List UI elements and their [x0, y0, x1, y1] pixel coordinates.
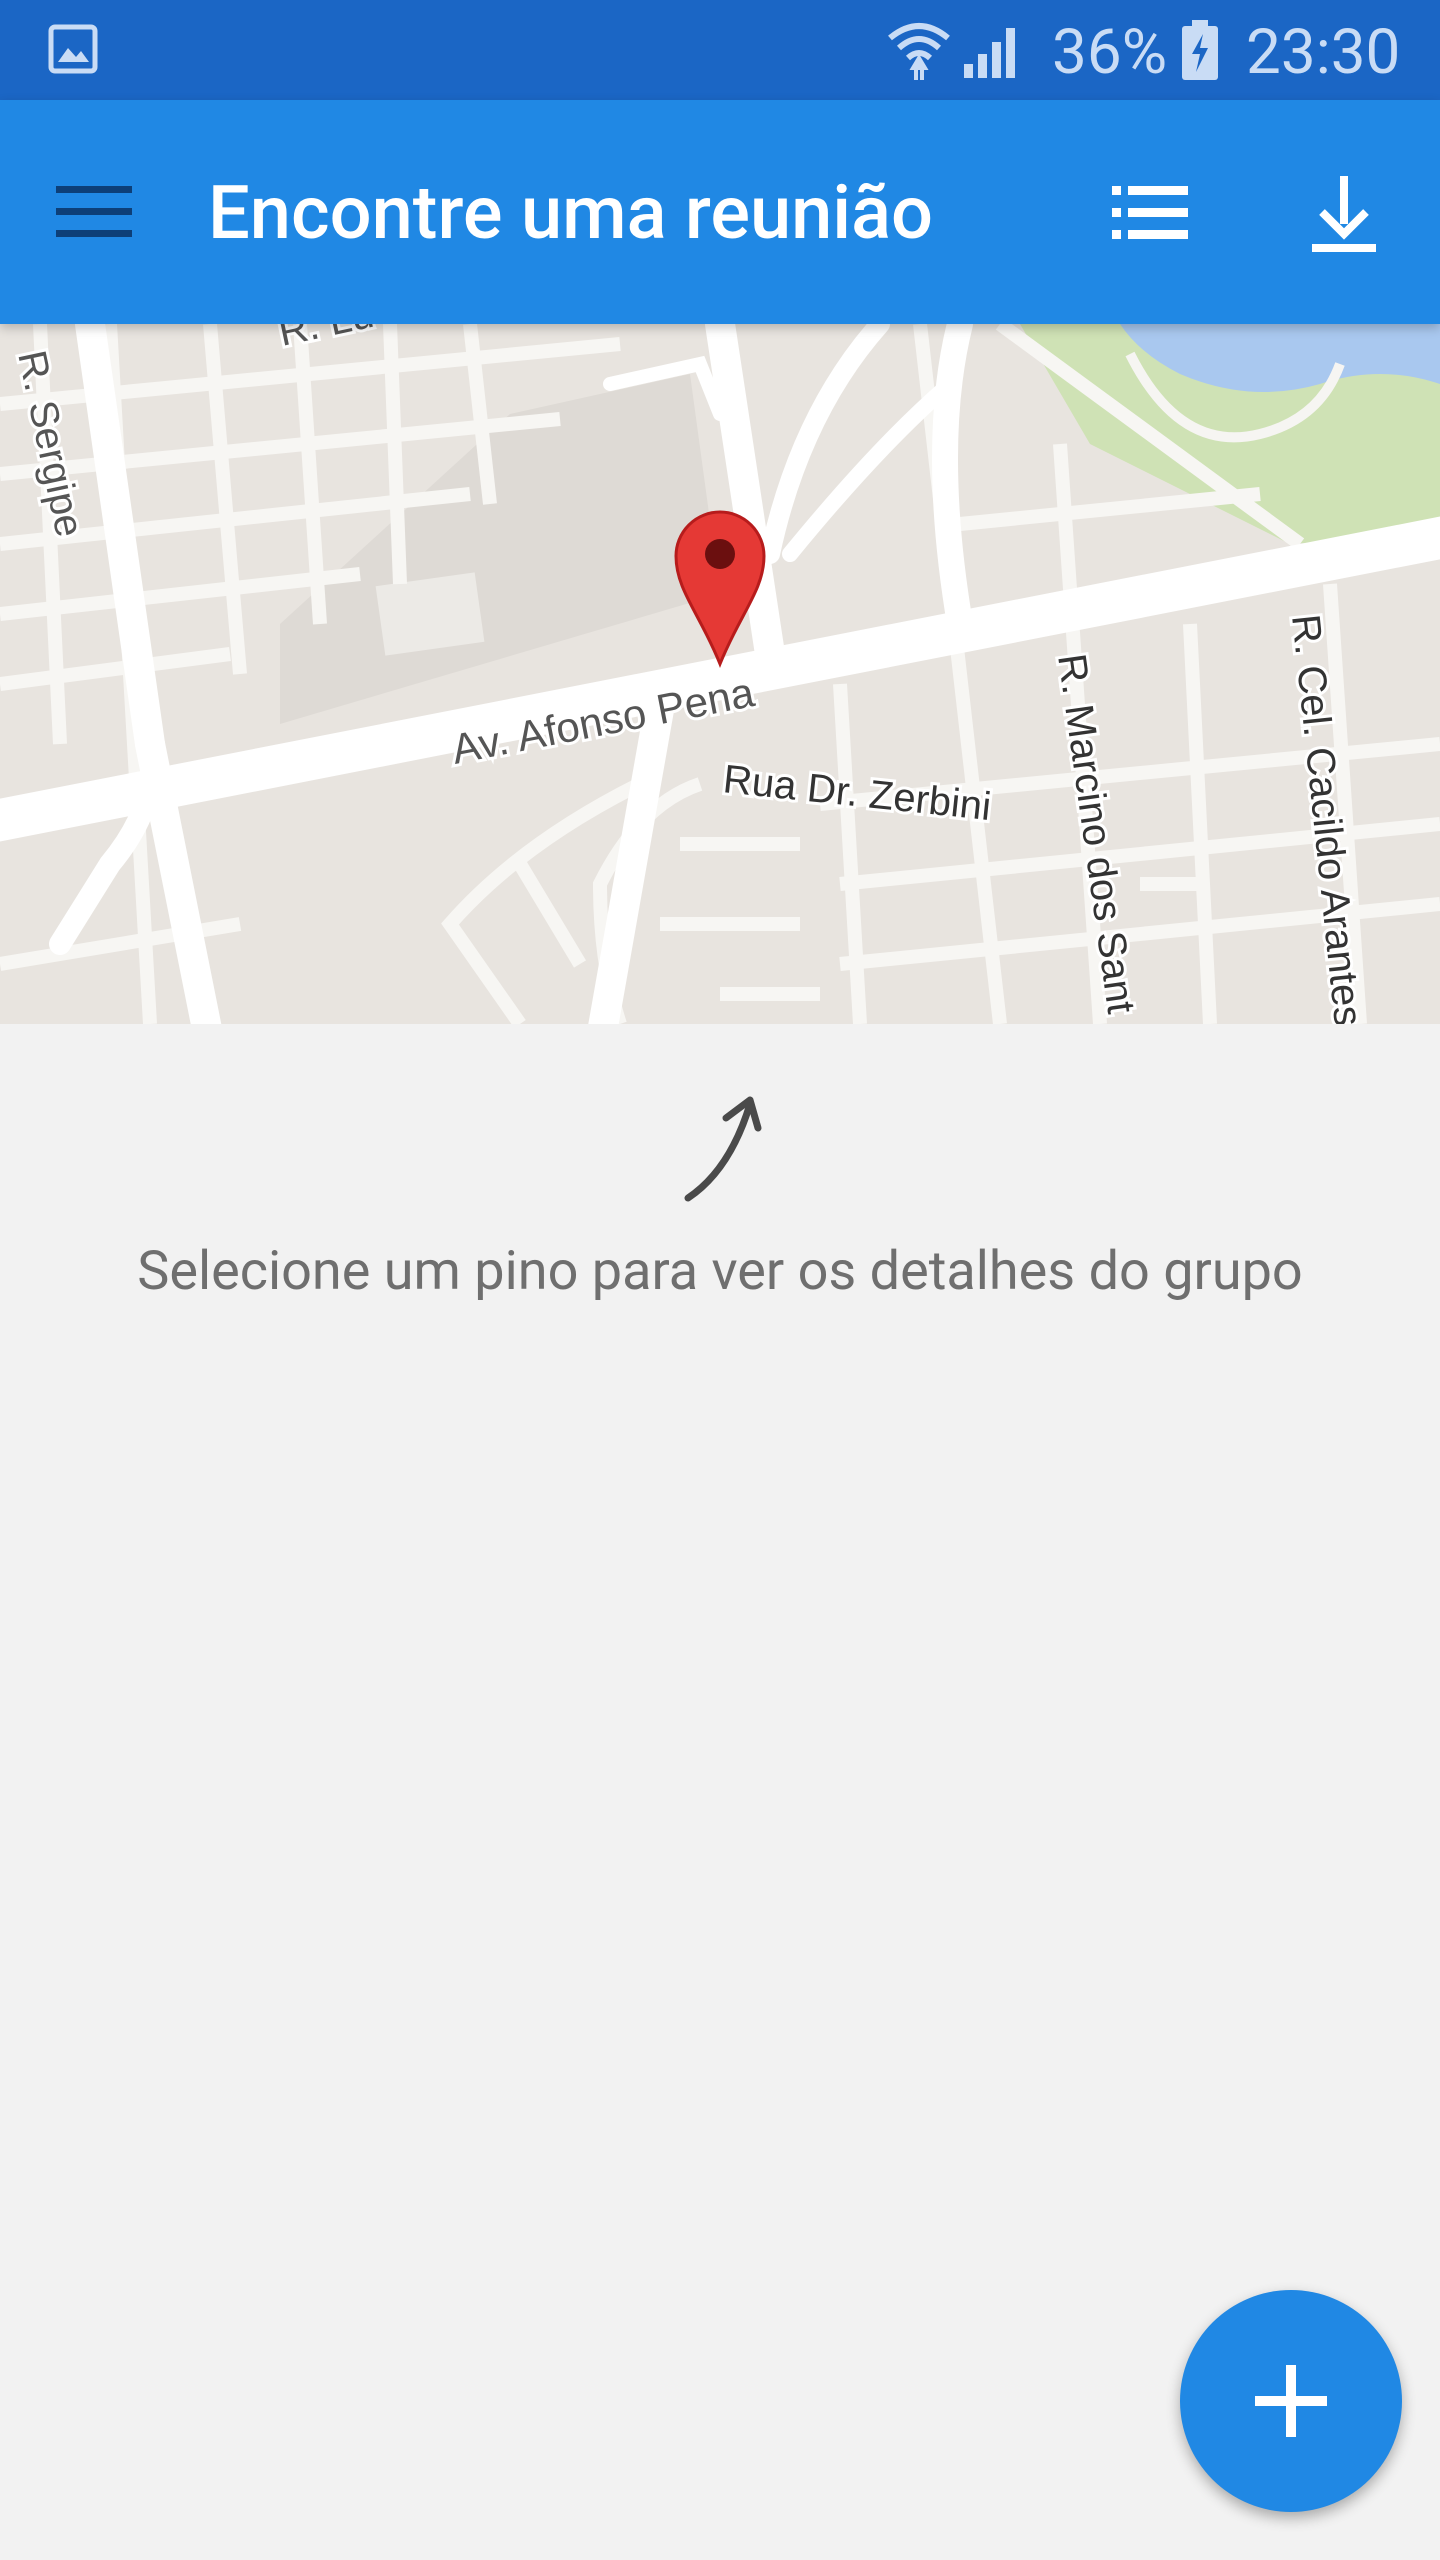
- curved-arrow-icon: [670, 1090, 770, 1209]
- clock: 23:30: [1246, 16, 1401, 89]
- menu-icon: [56, 186, 132, 237]
- list-view-button[interactable]: [1110, 178, 1190, 248]
- page-title: Encontre uma reunião: [208, 170, 934, 257]
- plus-icon: [1255, 2365, 1327, 2437]
- battery-charging-icon: [1180, 20, 1220, 86]
- add-fab-button[interactable]: [1180, 2290, 1402, 2512]
- wifi-icon: [886, 20, 952, 86]
- hint-text: Selecione um pino para ver os detalhes d…: [137, 1240, 1303, 1303]
- status-bar: 36% 23:30: [0, 0, 1440, 100]
- gallery-icon: [48, 24, 98, 78]
- app-bar: Encontre uma reunião: [0, 100, 1440, 324]
- menu-button[interactable]: [54, 182, 134, 242]
- download-icon: [1312, 176, 1376, 252]
- download-button[interactable]: [1308, 174, 1380, 254]
- signal-icon: [962, 24, 1022, 84]
- battery-percent: 36%: [1052, 16, 1168, 89]
- list-icon: [1112, 186, 1188, 239]
- map-view[interactable]: R. Sergipe R. Lu Av. Afonso Pena Rua Dr.…: [0, 324, 1440, 1024]
